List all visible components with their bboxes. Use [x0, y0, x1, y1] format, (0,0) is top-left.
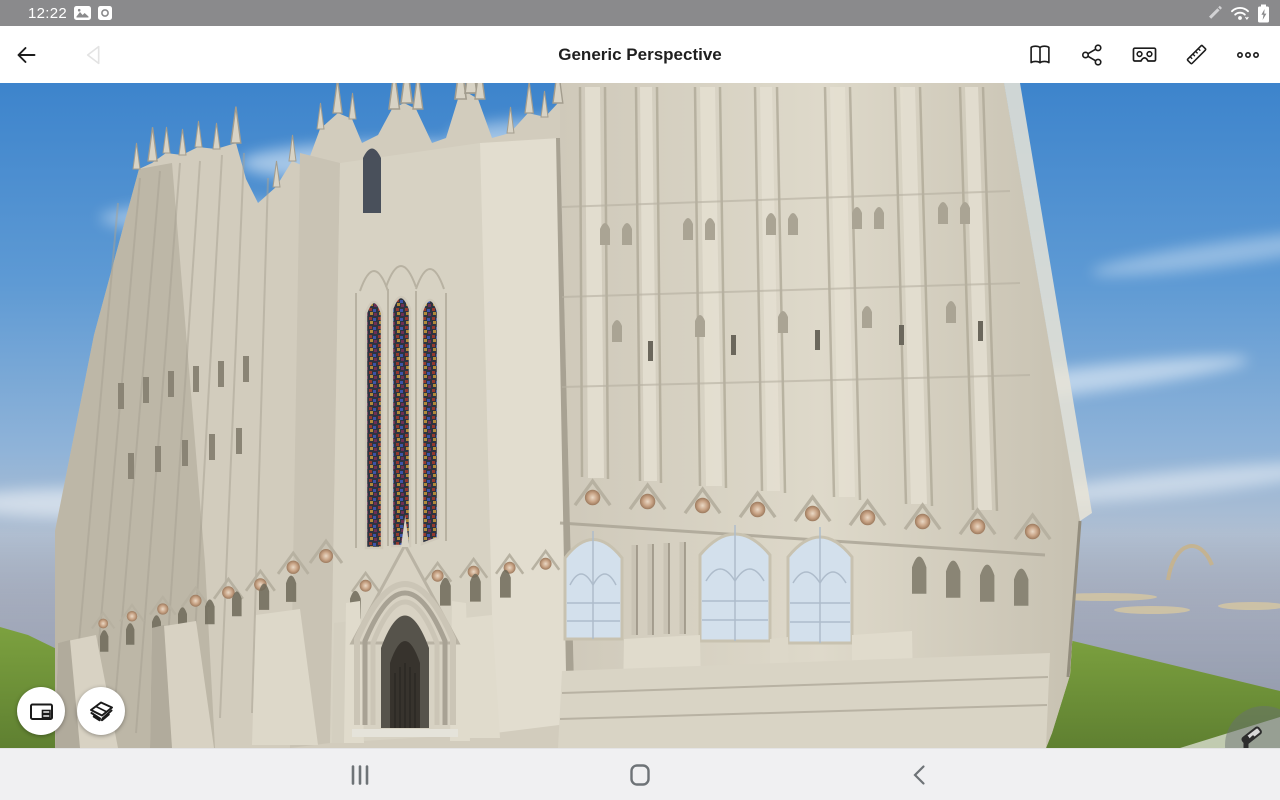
- image-notification-icon: [74, 6, 92, 20]
- recent-apps-button[interactable]: [332, 753, 388, 797]
- page-title: Generic Perspective: [558, 44, 722, 64]
- bimx-app-window: 12:22 Generic Perspective: [0, 0, 1280, 800]
- status-bar: 12:22: [0, 0, 1280, 26]
- battery-charging-icon: [1258, 4, 1269, 22]
- more-options-button[interactable]: [1222, 29, 1274, 81]
- more-options-icon: [1237, 51, 1259, 58]
- measure-button[interactable]: [1170, 29, 1222, 81]
- recent-apps-icon: [351, 764, 369, 785]
- wifi-icon: [1231, 7, 1249, 20]
- stained-glass-windows: [364, 295, 440, 550]
- views-button[interactable]: [1014, 29, 1066, 81]
- status-bar-right: [1207, 4, 1280, 23]
- views-book-icon: [1030, 44, 1050, 64]
- back-icon: [913, 764, 925, 785]
- model-viewport[interactable]: [0, 83, 1280, 748]
- sheet-layout-icon: [29, 703, 53, 720]
- cathedral: [55, 83, 1092, 748]
- share-button[interactable]: [1066, 29, 1118, 81]
- back-nav-button[interactable]: [892, 753, 948, 797]
- stylus-icon: [1209, 5, 1222, 19]
- walk-mode-icon: [1241, 726, 1262, 748]
- measure-ruler-icon: [1186, 44, 1206, 65]
- back-arrow-icon: [17, 46, 36, 63]
- previous-view-icon: [86, 45, 100, 64]
- back-button[interactable]: [0, 29, 52, 81]
- model-stack-icon: [90, 701, 113, 722]
- toolbar-actions: [1014, 29, 1280, 81]
- cathedral-3d-scene: [0, 83, 1280, 748]
- screen-record-notification-icon: [98, 6, 113, 20]
- home-icon: [630, 763, 650, 786]
- vr-mode-button[interactable]: [1118, 29, 1170, 81]
- vr-cardboard-icon: [1132, 47, 1156, 62]
- status-bar-left: 12:22: [0, 4, 113, 22]
- model-stack-button[interactable]: [77, 687, 125, 735]
- clock: 12:22: [28, 4, 68, 22]
- home-button[interactable]: [612, 753, 668, 797]
- sheet-layout-button[interactable]: [17, 687, 65, 735]
- android-nav-bar: [0, 748, 1280, 800]
- toolbar: Generic Perspective: [0, 26, 1280, 83]
- previous-view-button[interactable]: [68, 29, 120, 81]
- share-icon: [1081, 43, 1102, 66]
